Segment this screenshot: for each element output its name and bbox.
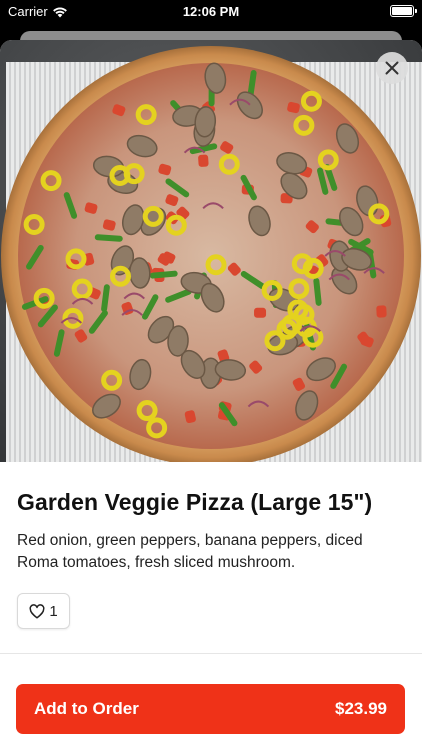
item-photo (0, 40, 422, 462)
status-right (390, 5, 417, 17)
price-label: $23.99 (335, 699, 387, 718)
status-bar: Carrier 12:06 PM (0, 0, 422, 24)
add-to-order-button[interactable]: Add to Order $23.99 (16, 684, 405, 734)
battery-icon (390, 5, 417, 17)
add-to-order-label: Add to Order (34, 699, 139, 718)
like-count: 1 (49, 602, 58, 620)
item-content: Garden Veggie Pizza (Large 15") Red onio… (0, 462, 422, 629)
item-title: Garden Veggie Pizza (Large 15") (17, 489, 373, 515)
item-detail-sheet: Garden Veggie Pizza (Large 15") Red onio… (0, 40, 422, 750)
screen: Carrier 12:06 PM Garden Veggie Pizza (La… (0, 0, 422, 750)
pizza-illustration (1, 46, 421, 462)
battery-level (392, 7, 412, 15)
status-time: 12:06 PM (182, 4, 240, 19)
like-button[interactable]: 1 (17, 593, 70, 629)
close-button[interactable] (376, 52, 408, 84)
item-description: Red onion, green peppers, banana peppers… (17, 532, 363, 571)
heart-icon (29, 603, 45, 619)
footer-divider (0, 653, 422, 654)
close-icon (385, 61, 399, 75)
